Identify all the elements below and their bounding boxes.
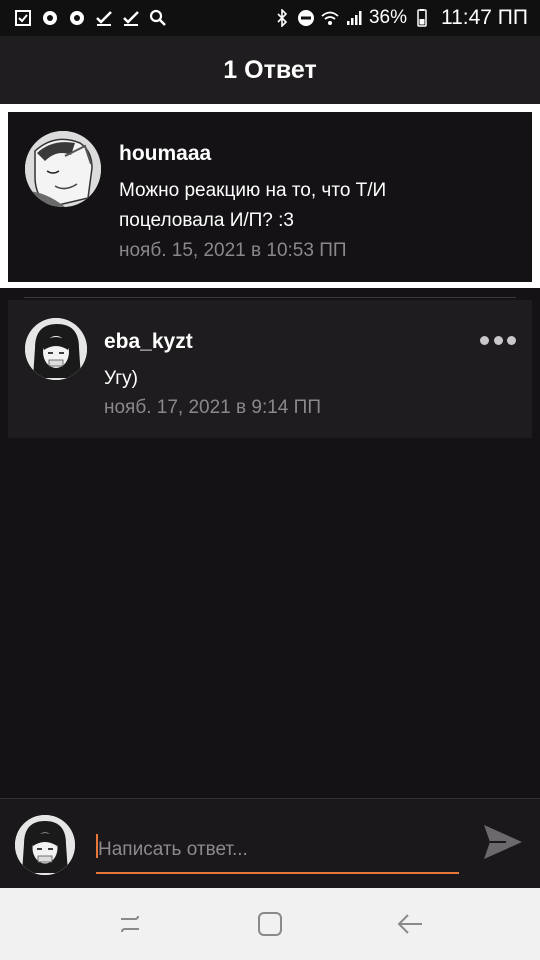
send-button[interactable]: [480, 819, 526, 865]
do-not-disturb-icon: [297, 9, 315, 27]
checkbox-icon: [14, 9, 32, 27]
avatar[interactable]: [25, 131, 101, 207]
reply-username[interactable]: eba_kyzt: [104, 330, 193, 354]
recent-apps-icon: [121, 915, 139, 933]
parent-comment-highlight: houmaaa Можно реакцию на то, что Т/И поц…: [0, 104, 540, 288]
more-options-button[interactable]: [480, 330, 516, 350]
back-button[interactable]: [390, 904, 430, 944]
battery-icon: [413, 9, 431, 27]
divider: [24, 297, 516, 298]
comment-username[interactable]: houmaaa: [119, 142, 211, 166]
back-icon: [397, 914, 422, 934]
page-title: 1 Ответ: [223, 55, 317, 84]
status-bar: 36% 11:47 ПП: [0, 0, 540, 36]
system-nav-bar: [0, 888, 540, 960]
home-icon: [258, 912, 282, 936]
send-icon: [484, 825, 522, 859]
checkmark-icon: [95, 9, 113, 27]
status-time: 11:47 ПП: [440, 6, 528, 29]
comment-text: Можно реакцию на то, что Т/И поцеловала …: [119, 176, 519, 236]
chat-bubble-icon: [41, 9, 59, 27]
more-dot: [480, 335, 489, 345]
battery-percent: 36%: [368, 7, 407, 28]
search-icon: [149, 9, 167, 27]
home-button[interactable]: [250, 904, 290, 944]
recent-apps-button[interactable]: [110, 904, 150, 944]
parent-comment: houmaaa Можно реакцию на то, что Т/И поц…: [8, 112, 532, 282]
reply-text: Угу): [104, 368, 138, 389]
reply-comment: eba_kyzt Угу) нояб. 17, 2021 в 9:14 ПП: [8, 300, 532, 438]
reply-input[interactable]: [96, 828, 459, 874]
text-cursor: [96, 834, 98, 858]
checkmark-icon: [122, 9, 140, 27]
more-dot: [507, 335, 516, 345]
chat-bubble-icon: [68, 9, 86, 27]
wifi-icon: [321, 9, 339, 27]
app-header: 1 Ответ: [0, 36, 540, 104]
status-system: 36% 11:47 ПП: [273, 0, 528, 36]
comment-text-line: Можно реакцию на то, что Т/И: [119, 180, 387, 201]
status-notifications: [14, 0, 167, 36]
more-dot: [493, 335, 503, 345]
signal-icon: [345, 9, 363, 27]
reply-timestamp: нояб. 17, 2021 в 9:14 ПП: [104, 397, 321, 418]
comment-text-line: поцеловала И/П? :3: [119, 210, 294, 231]
avatar[interactable]: [25, 318, 87, 380]
avatar: [15, 815, 75, 875]
comment-timestamp: нояб. 15, 2021 в 10:53 ПП: [119, 240, 347, 261]
bluetooth-icon: [273, 9, 291, 27]
reply-composer: [0, 798, 540, 888]
